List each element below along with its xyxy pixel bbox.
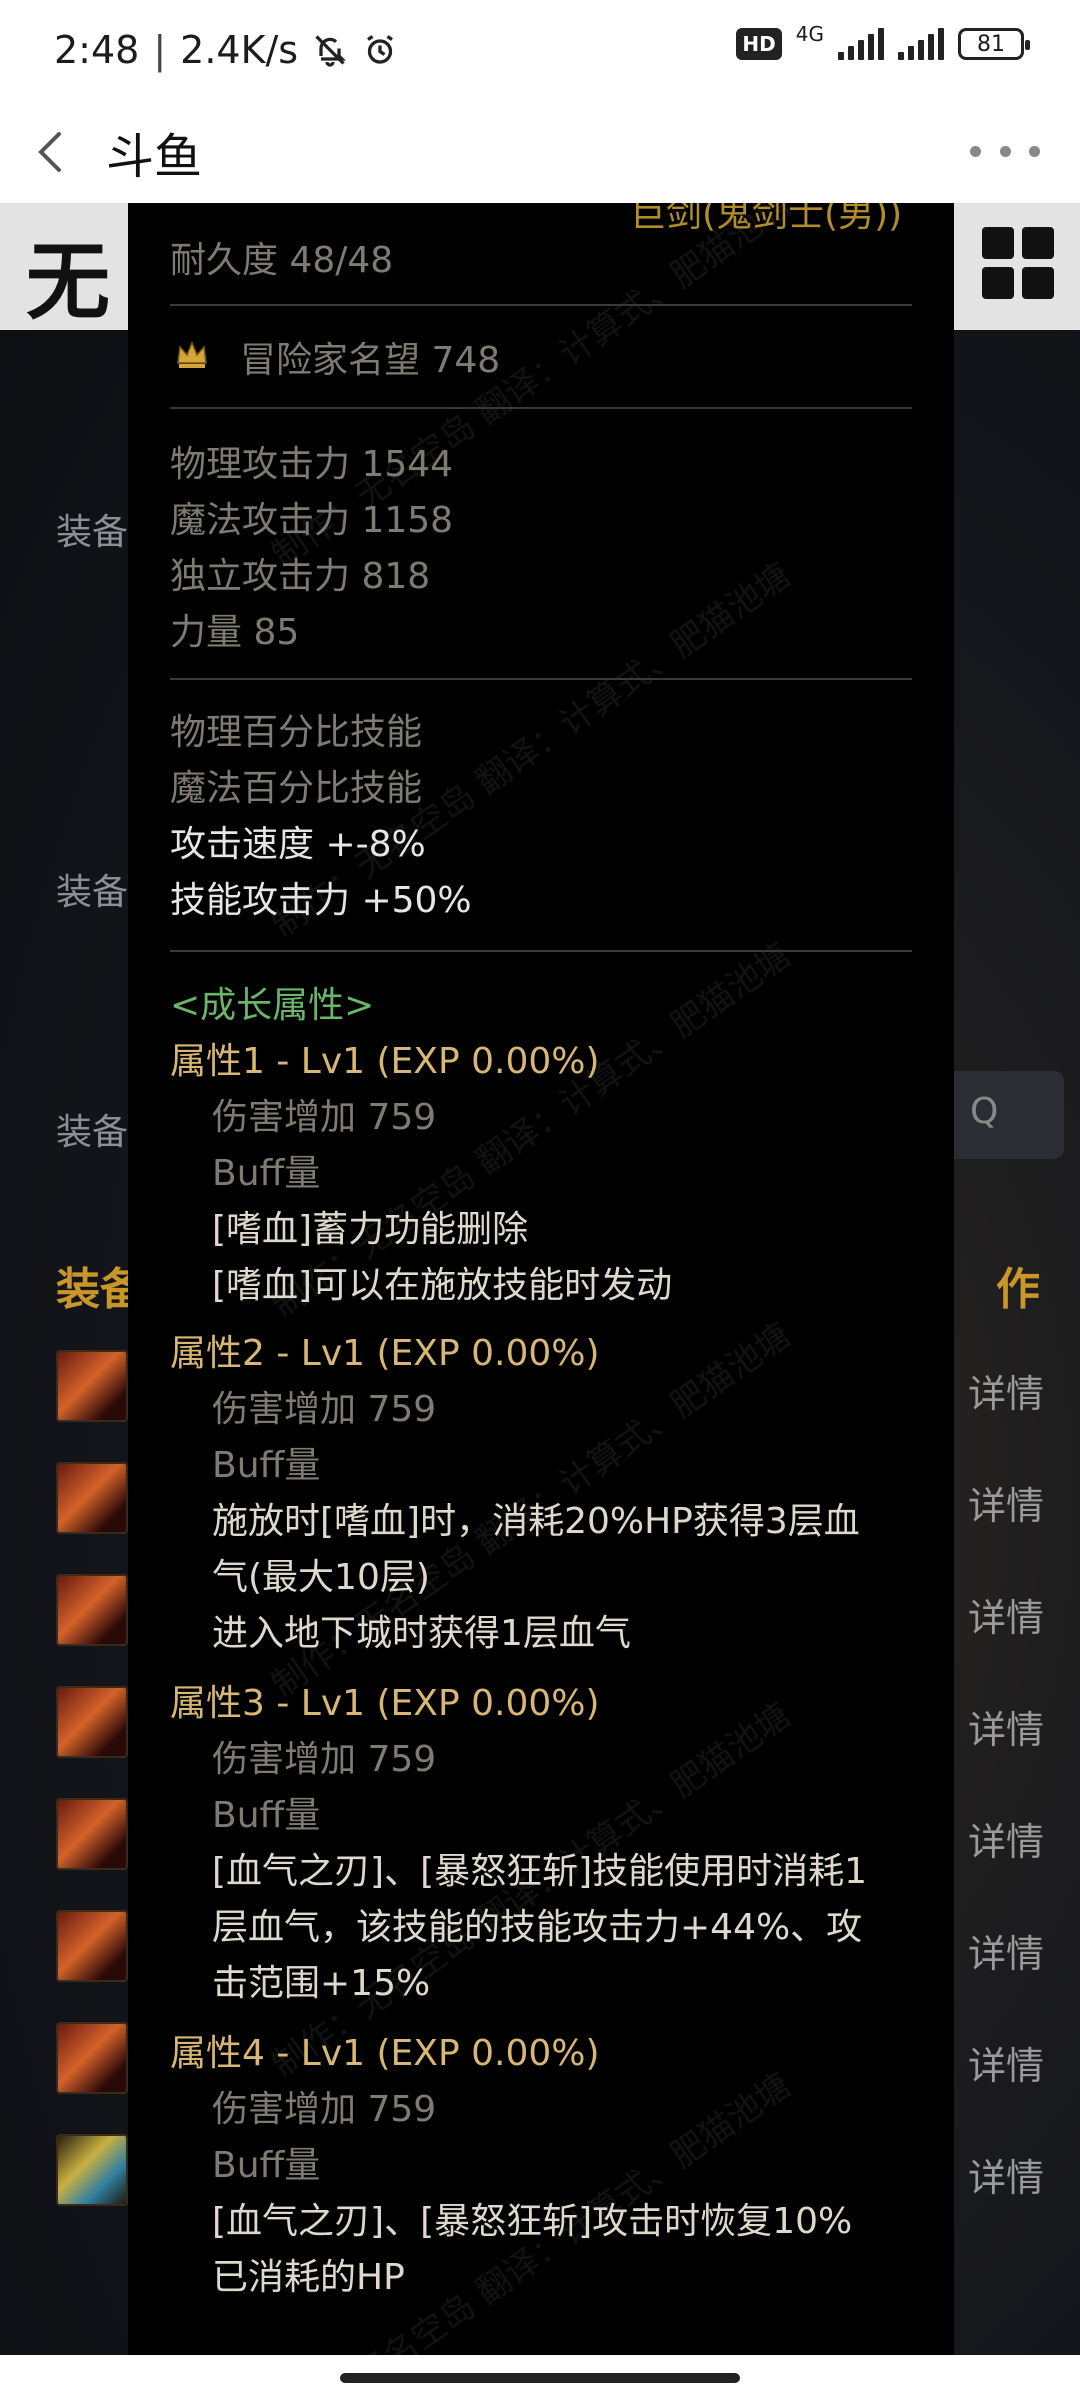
row-detail-link[interactable]: 详情: [968, 1363, 1044, 1418]
reputation: 冒险家名望 748: [240, 340, 501, 381]
attr3-damage: 伤害增加 759: [212, 1739, 437, 1780]
row-detail-link[interactable]: 详情: [968, 1923, 1044, 1978]
equipment-icon[interactable]: [56, 2134, 128, 2206]
stat-independent-attack: 独立攻击力 818: [170, 556, 431, 597]
row-detail-link[interactable]: 详情: [968, 2147, 1044, 2202]
attr1-title: 属性1 - Lv1 (EXP 0.00%): [170, 1041, 600, 1082]
navigation-bar: [0, 2355, 1080, 2400]
durability: 耐久度 48/48: [170, 240, 394, 281]
item-tooltip: 制作：无名空岛 翻译：计算式、肥猫池塘 制作：无名空岛 翻译：计算式、肥猫池塘 …: [128, 203, 954, 2355]
attr3-title: 属性3 - Lv1 (EXP 0.00%): [170, 1683, 600, 1724]
equip-label: 装备: [56, 1112, 129, 1153]
app-header: 斗鱼: [0, 100, 1080, 203]
attr4-damage: 伤害增加 759: [212, 2089, 437, 2130]
attr1-line: [嗜血]蓄力功能删除: [212, 1209, 529, 1250]
signal-icon-2: [898, 28, 944, 60]
equipment-icon[interactable]: [56, 2022, 128, 2094]
growth-header: <成长属性>: [170, 985, 375, 1026]
attr4-line: [血气之刃]、[暴怒狂斩]攻击时恢复10%: [212, 2201, 853, 2242]
divider: [170, 678, 912, 680]
attr3-line: 击范围+15%: [212, 1963, 431, 2004]
equip-label: 装备: [56, 872, 129, 913]
clock: 2:48: [54, 28, 140, 72]
bell-muted-icon: [315, 35, 347, 67]
attr2-line: 进入地下城时获得1层血气: [212, 1613, 631, 1654]
row-detail-link[interactable]: 详情: [968, 1699, 1044, 1754]
skill-magic-percent: 魔法百分比技能: [170, 768, 423, 809]
attr3-buff: Buff量: [212, 1795, 321, 1836]
attr1-damage: 伤害增加 759: [212, 1097, 437, 1138]
section-action[interactable]: 作: [996, 1253, 1040, 1317]
item-title: 巨剑(鬼剑士(男)): [630, 203, 903, 235]
equip-label: 装备: [56, 512, 129, 553]
more-options-button[interactable]: [970, 128, 1040, 174]
status-bar: 2:48 | 2.4K/s HD 4G 81: [0, 0, 1080, 100]
network-type: 4G: [795, 22, 824, 46]
equipment-icon[interactable]: [56, 1798, 128, 1870]
divider: [170, 950, 912, 952]
attr4-title: 属性4 - Lv1 (EXP 0.00%): [170, 2033, 600, 2074]
attr1-buff: Buff量: [212, 1153, 321, 1194]
attr4-buff: Buff量: [212, 2145, 321, 2186]
equipment-icon[interactable]: [56, 1910, 128, 1982]
attr1-line: [嗜血]可以在施放技能时发动: [212, 1265, 673, 1306]
equipment-icon[interactable]: [56, 1462, 128, 1534]
attr2-buff: Buff量: [212, 1445, 321, 1486]
hd-badge: HD: [736, 28, 782, 60]
search-icon: Q: [970, 1091, 999, 1132]
signal-icon: [838, 28, 884, 60]
dot-icon: [999, 145, 1011, 157]
alarm-icon: [367, 35, 394, 64]
stat-physical-attack: 物理攻击力 1544: [170, 444, 454, 485]
dot-icon: [970, 145, 981, 157]
crown-icon: [177, 341, 207, 368]
divider: |: [153, 28, 167, 72]
attr2-title: 属性2 - Lv1 (EXP 0.00%): [170, 1333, 600, 1374]
equipment-icon[interactable]: [56, 1686, 128, 1758]
divider: [170, 407, 912, 409]
equipment-icon[interactable]: [56, 1350, 128, 1422]
battery-level: 81: [977, 31, 1005, 57]
row-detail-link[interactable]: 详情: [968, 1587, 1044, 1642]
skill-physical-percent: 物理百分比技能: [170, 712, 423, 753]
battery-icon: 81: [958, 28, 1030, 60]
bonus-skill-attack: 技能攻击力 +50%: [170, 880, 472, 921]
stat-magic-attack: 魔法攻击力 1158: [170, 500, 454, 541]
grid-menu-icon[interactable]: [982, 227, 1054, 299]
back-button[interactable]: [0, 100, 100, 203]
network-speed: 2.4K/s: [180, 28, 299, 72]
equipment-icon[interactable]: [56, 1574, 128, 1646]
divider: [170, 304, 912, 306]
attr2-damage: 伤害增加 759: [212, 1389, 437, 1430]
attr2-line: 施放时[嗜血]时，消耗20%HP获得3层血: [212, 1501, 860, 1542]
stat-strength: 力量 85: [170, 612, 300, 653]
row-detail-link[interactable]: 详情: [968, 1811, 1044, 1866]
row-detail-link[interactable]: 详情: [968, 2035, 1044, 2090]
chevron-left-icon: [38, 131, 61, 172]
attr3-line: 层血气，该技能的技能攻击力+44%、攻: [212, 1907, 863, 1948]
row-detail-link[interactable]: 详情: [968, 1475, 1044, 1530]
screen: 2:48 | 2.4K/s HD 4G 81 斗鱼 无 装备 装备 装备 Q 装…: [0, 0, 1080, 2400]
dot-icon: [1029, 145, 1040, 157]
attr3-line: [血气之刃]、[暴怒狂斩]技能使用时消耗1: [212, 1851, 868, 1892]
page-title: 斗鱼: [106, 128, 203, 185]
attr2-line: 气(最大10层): [212, 1557, 430, 1598]
bonus-attack-speed: 攻击速度 +-8%: [170, 824, 426, 865]
site-logo: 无: [26, 232, 111, 331]
attr4-line: 已消耗的HP: [212, 2257, 405, 2298]
home-indicator[interactable]: [340, 2373, 740, 2383]
